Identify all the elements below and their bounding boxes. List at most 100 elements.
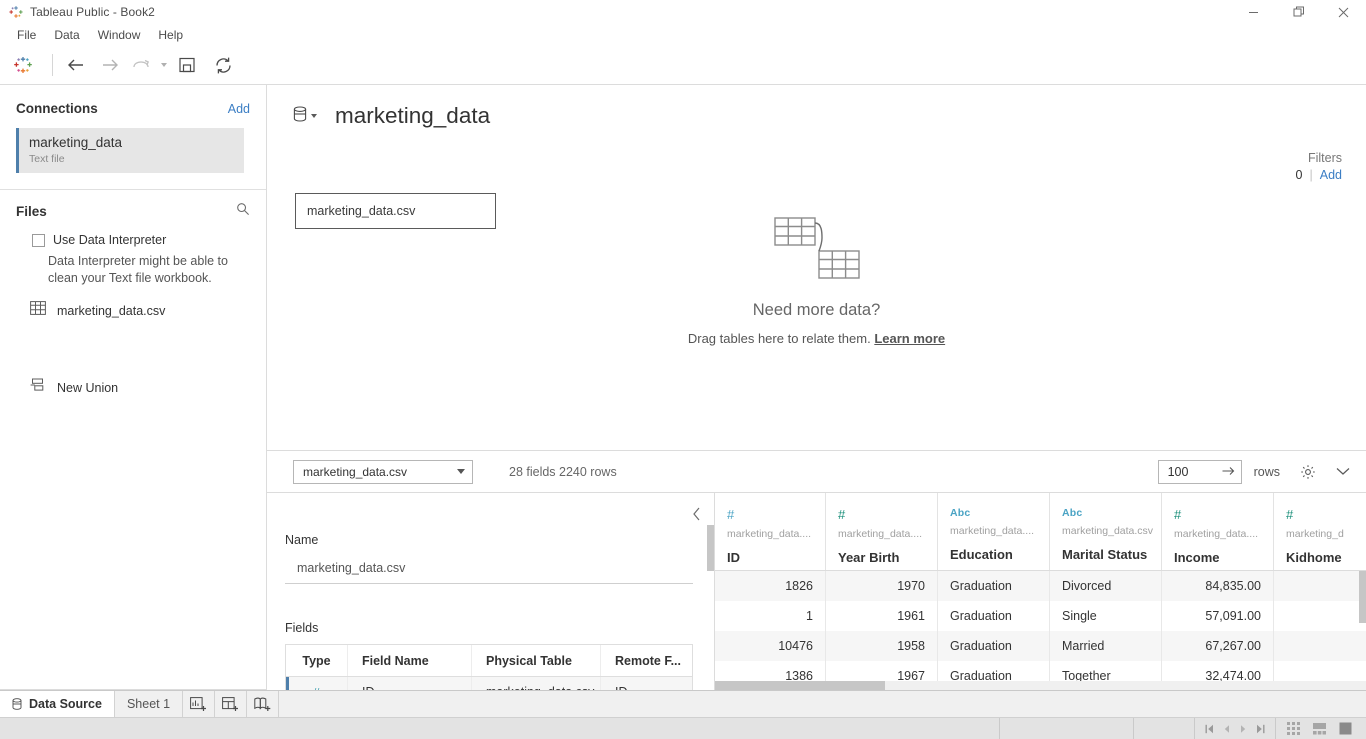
- column-source-label: marketing_d: [1286, 528, 1344, 540]
- new-story-icon[interactable]: [247, 691, 280, 717]
- filters-separator: |: [1309, 168, 1313, 182]
- use-data-interpreter-checkbox[interactable]: [32, 234, 45, 247]
- data-grid-row[interactable]: 1826 1970 Graduation Divorced 84,835.00: [715, 571, 1366, 601]
- gear-icon[interactable]: [1300, 464, 1316, 480]
- back-arrow-icon[interactable]: [59, 46, 93, 85]
- data-grid-cell: [1274, 601, 1366, 631]
- fields-col-field-name[interactable]: Field Name: [348, 645, 472, 676]
- empty-state-description: Drag tables here to relate them.: [687, 331, 871, 346]
- column-source-label: marketing_data....: [838, 528, 923, 540]
- data-grid-cell: 84,835.00: [1162, 571, 1274, 601]
- canvas-table-card-label: marketing_data.csv: [307, 204, 416, 218]
- file-item-marketing-data-csv[interactable]: marketing_data.csv: [0, 287, 266, 320]
- data-grid-column-header[interactable]: # marketing_data.... Income: [1162, 493, 1274, 570]
- data-grid-horizontal-scrollbar[interactable]: [715, 681, 885, 690]
- connection-name: marketing_data: [29, 135, 123, 150]
- single-view-icon[interactable]: [1332, 722, 1358, 735]
- connections-title: Connections: [16, 101, 98, 116]
- data-grid-vertical-scrollbar[interactable]: [1359, 571, 1366, 623]
- close-button[interactable]: [1321, 0, 1366, 24]
- data-source-title: marketing_data: [335, 103, 491, 128]
- undo-redo-dropdown-icon[interactable]: [155, 46, 169, 85]
- minimize-button[interactable]: [1231, 0, 1276, 24]
- tab-data-source[interactable]: Data Source: [0, 691, 115, 717]
- name-input[interactable]: marketing_data.csv: [285, 553, 693, 584]
- data-grid-column-header[interactable]: Abc marketing_data.csv Marital Status: [1050, 493, 1162, 570]
- restore-button[interactable]: [1276, 0, 1321, 24]
- window-controls: [1231, 0, 1366, 24]
- search-icon[interactable]: [236, 202, 250, 221]
- row-limit-value: 100: [1167, 464, 1189, 479]
- refresh-icon[interactable]: [205, 46, 241, 85]
- union-icon: [30, 378, 46, 397]
- row-limit-input[interactable]: 100: [1157, 459, 1242, 484]
- data-grid-cell: 1958: [826, 631, 938, 661]
- last-page-icon[interactable]: [1252, 724, 1269, 734]
- menu-window[interactable]: Window: [89, 26, 150, 44]
- fields-col-type[interactable]: Type: [286, 645, 348, 676]
- number-type-icon: #: [838, 507, 846, 522]
- status-bar-segment: [0, 717, 1000, 739]
- data-grid-row[interactable]: 1 1961 Graduation Single 57,091.00: [715, 601, 1366, 631]
- data-grid-cell: 1826: [715, 571, 826, 601]
- relationship-canvas: marketing_data Filters 0 | Add marketing…: [267, 85, 1366, 451]
- data-grid-cell: Graduation: [938, 601, 1050, 631]
- new-union-item[interactable]: New Union: [0, 378, 266, 397]
- column-source-label: marketing_data....: [950, 525, 1035, 537]
- menu-help[interactable]: Help: [149, 26, 192, 44]
- table-select-dropdown[interactable]: marketing_data.csv: [293, 459, 473, 484]
- chevron-down-icon: [311, 114, 317, 118]
- table-select-value: marketing_data.csv: [303, 464, 408, 479]
- use-data-interpreter-label: Use Data Interpreter: [53, 233, 167, 247]
- save-icon[interactable]: [169, 46, 205, 85]
- new-dashboard-icon[interactable]: [215, 691, 248, 717]
- data-grid-row[interactable]: 10476 1958 Graduation Married 67,267.00: [715, 631, 1366, 661]
- column-name-label: Education: [950, 547, 1013, 562]
- grid-view-icon[interactable]: [1280, 722, 1306, 735]
- filmstrip-view-icon[interactable]: [1306, 722, 1332, 735]
- data-grid-column-header[interactable]: # marketing_data.... Year Birth: [826, 493, 938, 570]
- collapse-metadata-icon[interactable]: [692, 507, 701, 526]
- add-filter-link[interactable]: Add: [1320, 168, 1342, 182]
- tableau-home-icon[interactable]: [0, 46, 46, 85]
- bottom-tab-bar: Data Source Sheet 1: [0, 690, 1366, 717]
- connection-item-marketing-data[interactable]: marketing_data Text file: [16, 128, 244, 173]
- forward-arrow-icon[interactable]: [93, 46, 127, 85]
- data-grid-cell: 1: [715, 601, 826, 631]
- view-mode-buttons: [1276, 718, 1362, 739]
- learn-more-link[interactable]: Learn more: [874, 331, 945, 346]
- database-dropdown[interactable]: [293, 105, 317, 127]
- previous-page-icon[interactable]: [1218, 724, 1235, 734]
- next-page-icon[interactable]: [1235, 724, 1252, 734]
- use-data-interpreter-row[interactable]: Use Data Interpreter: [0, 227, 266, 247]
- status-bar: [0, 717, 1366, 739]
- chevron-down-icon: [457, 469, 465, 474]
- page-navigation: [1194, 717, 1276, 739]
- tab-sheet-1[interactable]: Sheet 1: [114, 691, 184, 717]
- add-connection-link[interactable]: Add: [228, 102, 250, 116]
- fields-table-header: Type Field Name Physical Table Remote F.…: [286, 645, 692, 677]
- fields-col-remote-field[interactable]: Remote F...: [601, 645, 692, 676]
- left-sidebar: Connections Add marketing_data Text file…: [0, 85, 267, 690]
- data-grid-column-header[interactable]: # marketing_d Kidhome: [1274, 493, 1366, 570]
- column-name-label: Year Birth: [838, 550, 900, 565]
- chevron-down-icon[interactable]: [1336, 467, 1350, 476]
- data-grid-column-header[interactable]: Abc marketing_data.... Education: [938, 493, 1050, 570]
- field-name-cell: ID: [348, 677, 472, 690]
- undo-redo-icon[interactable]: [127, 46, 155, 85]
- menu-data[interactable]: Data: [45, 26, 88, 44]
- fields-table-row[interactable]: # ID marketing_data.csv ID: [286, 677, 692, 690]
- apply-row-limit-icon[interactable]: [1222, 463, 1235, 481]
- filters-panel: Filters 0 | Add: [1296, 151, 1342, 182]
- column-source-label: marketing_data....: [1174, 528, 1259, 540]
- canvas-header: marketing_data: [267, 85, 1366, 129]
- right-pane: marketing_data Filters 0 | Add marketing…: [267, 85, 1366, 690]
- fields-col-physical-table[interactable]: Physical Table: [472, 645, 601, 676]
- fields-table-scrollbar[interactable]: [707, 525, 714, 571]
- data-grid-column-header[interactable]: # marketing_data.... ID: [715, 493, 826, 570]
- rows-label: rows: [1253, 464, 1280, 479]
- fields-table: Type Field Name Physical Table Remote F.…: [285, 525, 714, 690]
- first-page-icon[interactable]: [1201, 724, 1218, 734]
- new-worksheet-icon[interactable]: [183, 691, 216, 717]
- menu-file[interactable]: File: [8, 26, 45, 44]
